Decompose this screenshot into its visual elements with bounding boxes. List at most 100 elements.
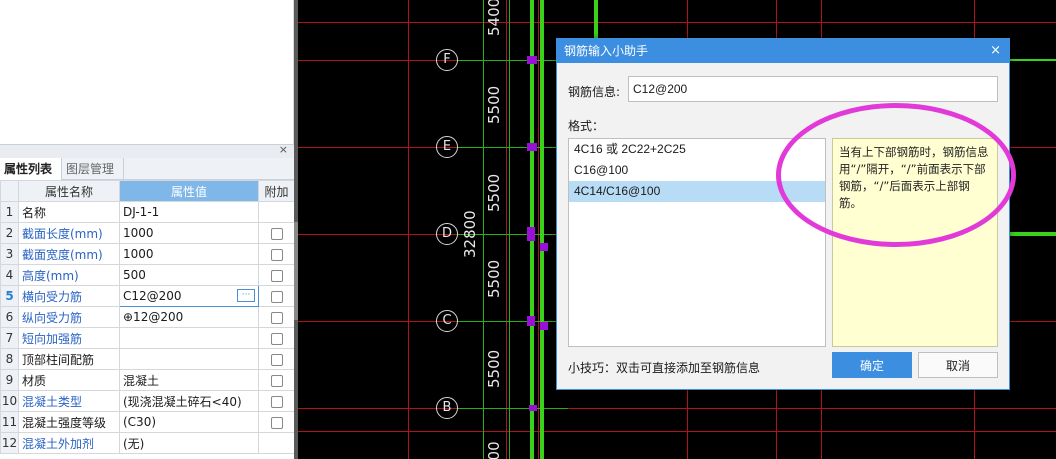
property-panel: × 属性列表 图层管理 属性名称 属性值 附加 1 名称 DJ-1-1 2 截面长度(m… [0,0,298,459]
total-dimension-text: 32800 [461,210,479,258]
dimension-text: 5400 [485,0,503,36]
table-row[interactable]: 4 高度(mm) 500 [0,264,295,286]
attr-value-cell[interactable]: 500 [119,264,259,286]
checkbox[interactable] [270,311,283,324]
highlight-annotation-ellipse [776,103,1016,247]
attr-value-cell[interactable]: 1000 [119,222,259,244]
attr-name-cell: 纵向受力筋 [18,306,120,328]
dimension-line [509,0,510,459]
table-row[interactable]: 3 截面宽度(mm) 1000 [0,243,295,265]
panel-header-bar: × [0,143,294,158]
extra-cell [258,201,295,223]
panel-tabs: 属性列表 图层管理 [0,158,294,180]
row-number: 4 [0,264,19,286]
attr-value-cell[interactable]: (C30) [119,411,259,433]
extra-cell[interactable] [258,348,295,370]
dialog-titlebar[interactable]: 钢筋输入小助手 × [557,39,1009,63]
attr-value-cell[interactable]: 混凝土 [119,369,259,391]
panel-close-icon[interactable]: × [279,143,288,156]
row-number: 9 [0,369,19,391]
checkbox[interactable] [270,227,283,240]
row-number: 3 [0,243,19,265]
rebar-info-input[interactable]: C12@200 [628,76,998,102]
checkbox[interactable] [270,290,283,303]
header-extra[interactable]: 附加 [258,180,295,202]
row-number: 12 [0,432,19,454]
attr-value-cell[interactable] [119,348,259,370]
table-row[interactable]: 5 横向受力筋 C12@200 ··· [0,285,295,307]
header-row-num [0,180,19,202]
extra-cell[interactable] [258,285,295,307]
table-row[interactable]: 10 混凝土类型 (现浇混凝土碎石<40) [0,390,295,412]
extra-cell[interactable] [258,327,295,349]
table-row[interactable]: 6 纵向受力筋 ⊕12@200 [0,306,295,328]
row-number: 8 [0,348,19,370]
attr-value-cell-editing[interactable]: C12@200 ··· [119,285,259,307]
ellipsis-button-icon[interactable]: ··· [237,289,255,302]
attr-value-cell[interactable]: ⊕12@200 [119,306,259,328]
attr-value-text: C12@200 [123,289,182,303]
dialog-close-icon[interactable]: × [990,39,1001,63]
checkbox[interactable] [270,269,283,282]
checkbox[interactable] [270,332,283,345]
row-number: 2 [0,222,19,244]
table-row[interactable]: 2 截面长度(mm) 1000 [0,222,295,244]
panel-empty-area [0,0,294,144]
attr-value-cell[interactable]: DJ-1-1 [119,201,259,223]
attr-name-cell: 材质 [18,369,120,391]
rebar-info-label: 钢筋信息: [568,85,621,99]
column-marker [527,227,535,241]
attr-value-cell[interactable]: 1000 [119,243,259,265]
attr-name-cell: 截面长度(mm) [18,222,120,244]
extra-cell[interactable] [258,222,295,244]
extra-cell[interactable] [258,390,295,412]
grid-line [506,0,507,459]
tab-property-list[interactable]: 属性列表 [0,158,62,180]
axis-line [458,408,568,409]
dimension-text: 5500 [485,85,503,124]
row-number: 7 [0,327,19,349]
table-row[interactable]: 12 混凝土外加剂 (无) [0,432,295,454]
extra-cell[interactable] [258,306,295,328]
axis-line [458,60,568,61]
attr-name-cell: 混凝土强度等级 [18,411,120,433]
table-row[interactable]: 7 短向加强筋 [0,327,295,349]
dimension-text: 5500 [485,259,503,298]
table-row[interactable]: 11 混凝土强度等级 (C30) [0,411,295,433]
grid-line [298,22,1056,23]
axis-bubble-d: D [436,223,458,245]
attr-name-cell: 混凝土类型 [18,390,120,412]
extra-cell[interactable] [258,369,295,391]
column-marker [529,405,537,411]
header-attr-name[interactable]: 属性名称 [18,180,120,202]
extra-cell[interactable] [258,243,295,265]
grid-line [538,0,539,459]
checkbox[interactable] [270,248,283,261]
header-attr-value[interactable]: 属性值 [119,180,259,202]
checkbox[interactable] [270,416,283,429]
table-row[interactable]: 9 材质 混凝土 [0,369,295,391]
ok-button[interactable]: 确定 [832,352,912,378]
attr-value-cell[interactable] [119,327,259,349]
extra-cell[interactable] [258,264,295,286]
wall-line [1010,232,1056,236]
grid-line [408,0,409,459]
table-row[interactable]: 1 名称 DJ-1-1 [0,201,295,223]
table-row[interactable]: 8 顶部柱间配筋 [0,348,295,370]
property-table: 属性名称 属性值 附加 1 名称 DJ-1-1 2 截面长度(mm) 1000 3 截面宽度(… [0,180,295,454]
extra-cell[interactable] [258,411,295,433]
dialog-title: 钢筋输入小助手 [564,44,649,58]
attr-name-cell: 截面宽度(mm) [18,243,120,265]
checkbox[interactable] [270,374,283,387]
axis-bubble-e: E [436,136,458,158]
attr-name-cell: 高度(mm) [18,264,120,286]
attr-value-cell[interactable]: (无) [119,432,259,454]
axis-line [458,321,568,322]
dimension-line [483,0,484,459]
attr-value-cell[interactable]: (现浇混凝土碎石<40) [119,390,259,412]
tab-layer-manager[interactable]: 图层管理 [62,158,124,180]
checkbox[interactable] [270,395,283,408]
wall-line [594,0,598,40]
checkbox[interactable] [270,353,283,366]
cancel-button[interactable]: 取消 [918,352,998,378]
